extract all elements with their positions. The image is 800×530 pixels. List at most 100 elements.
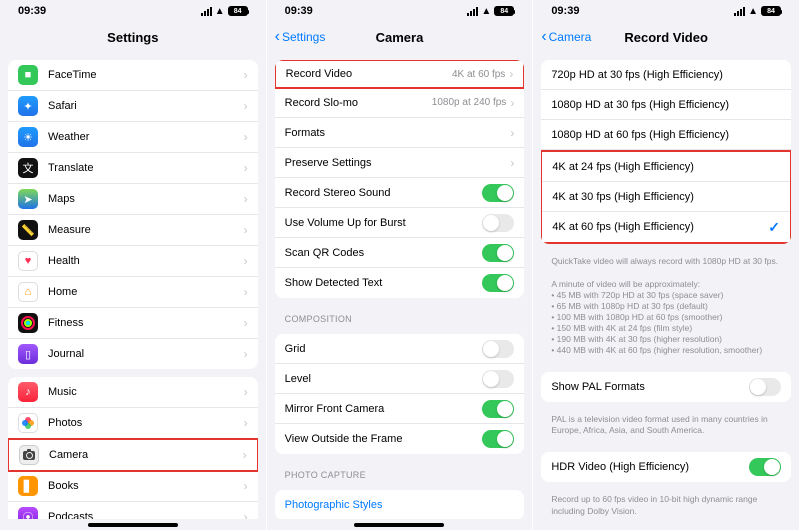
- settings-row-journal[interactable]: ▯Journal›: [8, 339, 258, 369]
- styles-link[interactable]: Photographic Styles: [285, 499, 515, 511]
- detecttext-label: Show Detected Text: [285, 277, 483, 289]
- settings-row-facetime[interactable]: ■FaceTime›: [8, 60, 258, 91]
- 4k24-label: 4K at 24 fps (High Efficiency): [552, 161, 780, 173]
- record-video-list[interactable]: 720p HD at 30 fps (High Efficiency) 1080p…: [533, 52, 799, 530]
- back-button[interactable]: ‹Settings: [275, 29, 326, 45]
- settings-row-fitness[interactable]: Fitness›: [8, 308, 258, 339]
- settings-row-safari[interactable]: ✦Safari›: [8, 91, 258, 122]
- settings-row-health[interactable]: ♥Health›: [8, 246, 258, 277]
- volup-toggle[interactable]: [482, 214, 514, 232]
- podcasts-icon: ⦿: [18, 507, 38, 519]
- video-option-4k24[interactable]: 4K at 24 fps (High Efficiency): [542, 152, 790, 182]
- home-indicator[interactable]: [354, 523, 444, 527]
- qr-row[interactable]: Scan QR Codes: [275, 238, 525, 268]
- volup-row[interactable]: Use Volume Up for Burst: [275, 208, 525, 238]
- settings-row-home[interactable]: ⌂Home›: [8, 277, 258, 308]
- video-option-1080p60[interactable]: 1080p HD at 60 fps (High Efficiency): [541, 120, 791, 150]
- video-option-4k60[interactable]: 4K at 60 fps (High Efficiency)✓: [542, 212, 790, 242]
- stereo-toggle[interactable]: [482, 184, 514, 202]
- chevron-right-icon: ›: [510, 126, 514, 140]
- video-option-720p30[interactable]: 720p HD at 30 fps (High Efficiency): [541, 60, 791, 90]
- minute-footer: A minute of video will be approximately:…: [541, 275, 791, 364]
- battery-icon: 84: [494, 6, 514, 16]
- music-icon: ♪: [18, 382, 38, 402]
- fitness-icon: [18, 313, 38, 333]
- recordslomo-row[interactable]: Record Slo-mo1080p at 240 fps›: [275, 88, 525, 118]
- settings-row-camera[interactable]: Camera›: [8, 438, 258, 472]
- outside-toggle[interactable]: [482, 430, 514, 448]
- chevron-right-icon: ›: [244, 385, 248, 399]
- status-time: 09:39: [551, 5, 579, 17]
- settings-row-podcasts[interactable]: ⦿Podcasts›: [8, 502, 258, 519]
- 4k60-label: 4K at 60 fps (High Efficiency): [552, 221, 768, 233]
- settings-row-books[interactable]: ▋Books›: [8, 471, 258, 502]
- checkmark-icon: ✓: [768, 219, 780, 236]
- safari-label: Safari: [48, 100, 244, 112]
- maps-label: Maps: [48, 193, 244, 205]
- qr-toggle[interactable]: [482, 244, 514, 262]
- home-indicator[interactable]: [88, 523, 178, 527]
- settings-row-maps[interactable]: ➤Maps›: [8, 184, 258, 215]
- photos-icon: [18, 413, 38, 433]
- page-title: Settings: [107, 30, 158, 45]
- recordvideo-row[interactable]: Record Video4K at 60 fps›: [275, 60, 525, 89]
- stereo-row[interactable]: Record Stereo Sound: [275, 178, 525, 208]
- video-option-4k30[interactable]: 4K at 30 fps (High Efficiency): [542, 182, 790, 212]
- level-toggle[interactable]: [482, 370, 514, 388]
- quicktake-footer: QuickTake video will always record with …: [541, 252, 791, 275]
- chevron-right-icon: ›: [244, 68, 248, 82]
- recordslomo-detail: 1080p at 240 fps: [432, 97, 507, 108]
- chevron-left-icon: ‹: [541, 29, 546, 45]
- detecttext-row[interactable]: Show Detected Text: [275, 268, 525, 298]
- show-pal-toggle[interactable]: [749, 378, 781, 396]
- mirror-toggle[interactable]: [482, 400, 514, 418]
- status-time: 09:39: [285, 5, 313, 17]
- grid-row[interactable]: Grid: [275, 334, 525, 364]
- outside-row[interactable]: View Outside the Frame: [275, 424, 525, 454]
- camera-settings-list[interactable]: Record Video4K at 60 fps›Record Slo-mo10…: [267, 52, 533, 519]
- detecttext-toggle[interactable]: [482, 274, 514, 292]
- preserve-row[interactable]: Preserve Settings›: [275, 148, 525, 178]
- grid-toggle[interactable]: [482, 340, 514, 358]
- cellular-icon: [467, 7, 478, 16]
- grid-label: Grid: [285, 343, 483, 355]
- fitness-label: Fitness: [48, 317, 244, 329]
- page-title: Record Video: [624, 30, 708, 45]
- cellular-icon: [734, 7, 745, 16]
- level-row[interactable]: Level: [275, 364, 525, 394]
- back-label: Settings: [282, 30, 325, 44]
- nav-bar: Settings: [0, 22, 266, 52]
- back-button[interactable]: ‹Camera: [541, 29, 591, 45]
- settings-row-weather[interactable]: ☀Weather›: [8, 122, 258, 153]
- settings-row-music[interactable]: ♪Music›: [8, 377, 258, 408]
- video-option-1080p30[interactable]: 1080p HD at 30 fps (High Efficiency): [541, 90, 791, 120]
- settings-row-translate[interactable]: 文Translate›: [8, 153, 258, 184]
- chevron-right-icon: ›: [509, 67, 513, 81]
- stereo-label: Record Stereo Sound: [285, 187, 483, 199]
- status-indicators: ▲ 84: [467, 6, 514, 17]
- pal-footer: PAL is a television video format used in…: [541, 410, 791, 444]
- styles-row[interactable]: Photographic Styles: [275, 490, 525, 519]
- chevron-left-icon: ‹: [275, 29, 280, 45]
- show-pal-row[interactable]: Show PAL Formats: [541, 372, 791, 402]
- wifi-icon: ▲: [748, 6, 758, 17]
- chevron-right-icon: ›: [244, 161, 248, 175]
- 4k30-label: 4K at 30 fps (High Efficiency): [552, 191, 780, 203]
- settings-row-photos[interactable]: Photos›: [8, 408, 258, 439]
- camera-settings-screen: 09:39 ▲ 84 ‹Settings Camera Record Video…: [267, 0, 534, 530]
- home-label: Home: [48, 286, 244, 298]
- hdr-video-toggle[interactable]: [749, 458, 781, 476]
- books-label: Books: [48, 480, 244, 492]
- mirror-row[interactable]: Mirror Front Camera: [275, 394, 525, 424]
- hdr-video-row[interactable]: HDR Video (High Efficiency): [541, 452, 791, 482]
- 1080p30-label: 1080p HD at 30 fps (High Efficiency): [551, 99, 781, 111]
- formats-row[interactable]: Formats›: [275, 118, 525, 148]
- settings-row-measure[interactable]: 📏Measure›: [8, 215, 258, 246]
- chevron-right-icon: ›: [244, 510, 248, 519]
- 1080p60-label: 1080p HD at 60 fps (High Efficiency): [551, 129, 781, 141]
- settings-screen: 09:39 ▲ 84 Settings ■FaceTime›✦Safari›☀W…: [0, 0, 267, 530]
- preserve-label: Preserve Settings: [285, 157, 511, 169]
- section-header-photo-capture: PHOTO CAPTURE: [275, 462, 525, 482]
- health-icon: ♥: [18, 251, 38, 271]
- settings-list[interactable]: ■FaceTime›✦Safari›☀Weather›文Translate›➤M…: [0, 52, 266, 519]
